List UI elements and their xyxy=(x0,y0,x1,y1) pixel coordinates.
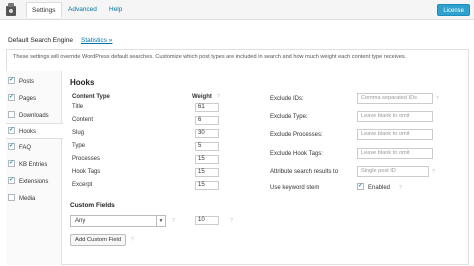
custom-field-weight-input[interactable]: 10 xyxy=(195,216,219,225)
exclude-hook-tags-input[interactable]: Leave blank to omit xyxy=(357,148,433,159)
panel-title: Hooks xyxy=(70,78,95,87)
license-button[interactable]: License xyxy=(437,4,470,16)
tab-settings[interactable]: Settings xyxy=(26,2,62,18)
weight-header: Weight xyxy=(192,94,212,100)
keyword-stem-checkbox[interactable]: ✓ xyxy=(357,183,364,190)
checkbox-posts[interactable]: ✓ xyxy=(8,77,15,84)
top-nav: Settings Advanced Help License xyxy=(0,0,474,20)
row-label-content: Content xyxy=(72,117,94,123)
post-type-pages[interactable]: ✓ Pages xyxy=(8,94,36,105)
keyword-stem-toggle[interactable]: ✓ Enabled xyxy=(357,183,390,191)
post-type-media[interactable]: Media xyxy=(8,194,35,205)
weight-input-content[interactable]: 6 xyxy=(195,116,219,125)
checkbox-hooks[interactable]: ✓ xyxy=(8,126,15,134)
custom-field-help-icon[interactable]: ? xyxy=(172,218,175,224)
post-type-kb-entries[interactable]: ✓ KB Entries xyxy=(8,160,47,171)
exclude-ids-input[interactable]: Comma separated IDs xyxy=(357,93,433,104)
custom-field-select[interactable]: Any ▼ xyxy=(70,215,166,227)
checkbox-downloads[interactable] xyxy=(8,111,15,118)
attribute-results-label: Attribute search results to xyxy=(270,169,339,175)
post-type-hooks[interactable]: ✓ Hooks xyxy=(6,123,63,139)
row-label-excerpt: Excerpt xyxy=(72,182,93,188)
exclude-processes-input[interactable]: Leave blank to omit xyxy=(357,129,433,140)
chevron-down-icon: ▼ xyxy=(156,216,165,226)
weight-input-hook-tags[interactable]: 15 xyxy=(195,168,219,177)
plugin-logo-icon xyxy=(6,3,16,16)
checkbox-faq[interactable]: ✓ xyxy=(8,143,15,150)
content-type-header: Content Type xyxy=(72,94,110,100)
exclude-type-label: Exclude Type: xyxy=(270,114,308,120)
weight-input-type[interactable]: 5 xyxy=(195,142,219,151)
exclude-ids-help-icon[interactable]: ? xyxy=(436,96,439,102)
attribute-help-icon[interactable]: ? xyxy=(432,169,435,175)
keyword-stem-label: Use keyword stem xyxy=(270,185,320,191)
add-custom-field-button[interactable]: Add Custom Field xyxy=(70,234,127,246)
add-custom-field-help-icon[interactable]: ? xyxy=(131,237,134,243)
weight-input-processes[interactable]: 15 xyxy=(195,155,219,164)
exclude-type-input[interactable]: Leave blank to omit xyxy=(357,111,433,122)
checkbox-pages[interactable]: ✓ xyxy=(8,94,15,101)
statistics-link[interactable]: Statistics » xyxy=(81,37,112,44)
weight-help-icon[interactable]: ? xyxy=(217,94,220,100)
engine-title: Default Search Engine xyxy=(8,37,74,44)
keyword-stem-help-icon[interactable]: ? xyxy=(399,185,402,191)
post-type-faq[interactable]: ✓ FAQ xyxy=(8,143,31,154)
weight-input-excerpt[interactable]: 15 xyxy=(195,181,219,190)
row-label-hook-tags: Hook Tags xyxy=(72,169,101,175)
row-label-title: Title xyxy=(72,104,84,110)
post-type-downloads[interactable]: Downloads xyxy=(8,111,49,122)
attribute-results-input[interactable]: Single post ID xyxy=(357,166,429,177)
row-label-processes: Processes xyxy=(72,156,101,162)
checkbox-kb-entries[interactable]: ✓ xyxy=(8,160,15,167)
weight-input-slug[interactable]: 30 xyxy=(195,129,219,138)
tab-help[interactable]: Help xyxy=(104,2,127,18)
post-type-posts[interactable]: ✓ Posts xyxy=(8,77,34,88)
exclude-ids-label: Exclude IDs: xyxy=(270,96,304,102)
post-type-extensions[interactable]: ✓ Extensions xyxy=(8,177,48,188)
exclude-hook-tags-label: Exclude Hook Tags: xyxy=(270,151,323,157)
checkbox-extensions[interactable]: ✓ xyxy=(8,177,15,184)
custom-field-weight-help-icon[interactable]: ? xyxy=(230,218,233,224)
weight-input-title[interactable]: 61 xyxy=(195,103,219,112)
exclude-processes-label: Exclude Processes: xyxy=(270,132,323,138)
checkbox-media[interactable] xyxy=(8,194,15,201)
row-label-type: Type xyxy=(72,143,86,149)
row-label-slug: Slug xyxy=(72,130,85,136)
engine-description: These settings will override WordPress d… xyxy=(13,54,407,60)
custom-fields-title: Custom Fields xyxy=(70,202,115,209)
tab-advanced[interactable]: Advanced xyxy=(63,2,102,18)
